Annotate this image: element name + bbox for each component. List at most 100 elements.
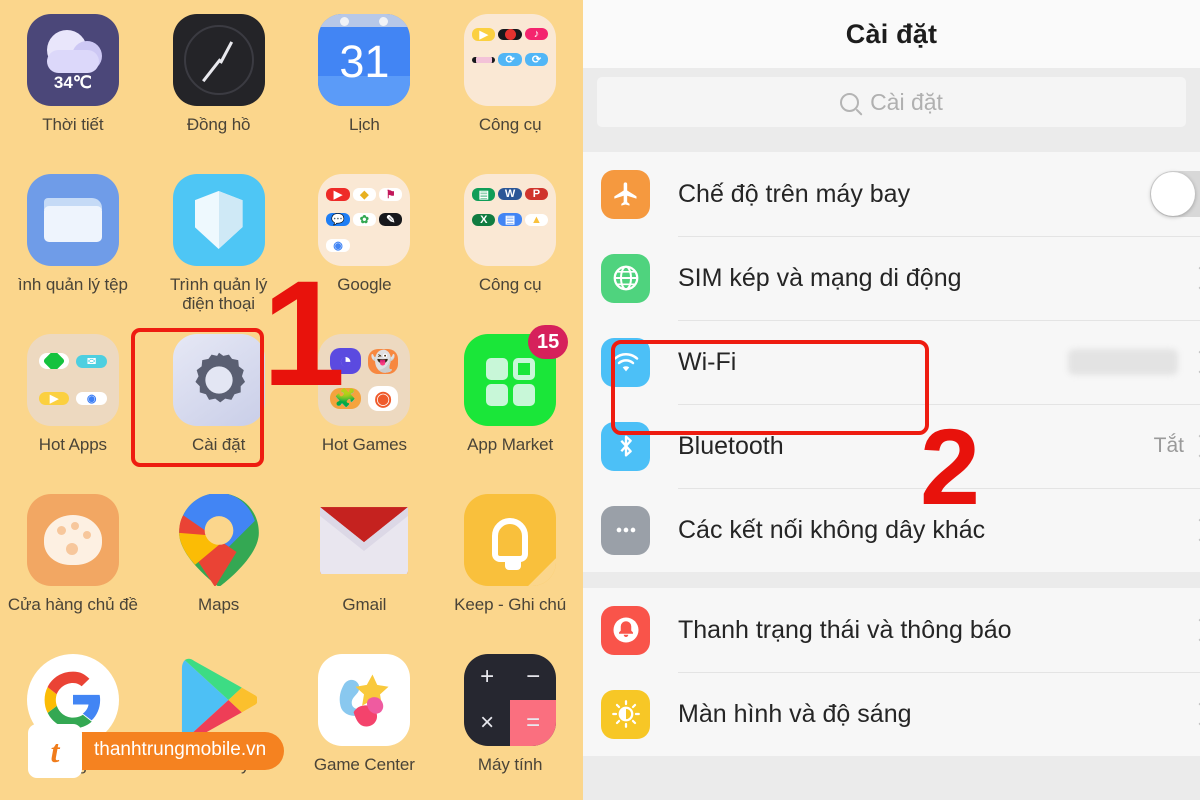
app-label: Maps <box>198 595 240 614</box>
app-icon-wrap[interactable]: + − × = <box>464 654 557 746</box>
app-icon-wrap[interactable]: ▤ W P X ▤ ▲ <box>464 174 557 266</box>
search-input[interactable]: Cài đặt <box>597 77 1186 127</box>
app-gmail[interactable]: Gmail <box>292 486 438 646</box>
app-app-market[interactable]: 15 App Market <box>437 325 583 486</box>
app-label: Công cụ <box>478 115 542 134</box>
app-label: Game Center <box>313 755 415 774</box>
app-icon-wrap[interactable]: ▶ ♪ ⟳ ⟳ <box>464 14 557 106</box>
watermark-text: thanhtrungmobile.vn <box>68 732 285 770</box>
app-file-manager[interactable]: ình quản lý tệp <box>0 166 146 326</box>
app-icon-wrap[interactable] <box>172 334 265 426</box>
notification-badge: 15 <box>528 325 569 359</box>
theme-store-icon <box>26 494 119 586</box>
keep-notes-icon <box>464 494 557 586</box>
app-keep[interactable]: Keep - Ghi chú <box>437 486 583 646</box>
app-office-folder[interactable]: ▤ W P X ▤ ▲ Công cụ <box>437 166 583 326</box>
airplane-mode-toggle[interactable] <box>1150 171 1200 217</box>
app-label: Cài đặt <box>192 435 246 454</box>
app-play-store[interactable]: CH Play <box>146 646 292 800</box>
app-icon-wrap[interactable] <box>172 14 265 106</box>
page-title: Cài đặt <box>845 18 938 49</box>
annotation-step-2: 2 <box>920 406 981 527</box>
wifi-current-network-value <box>1068 349 1178 375</box>
app-game-center[interactable]: Game Center <box>292 646 438 800</box>
search-placeholder: Cài đặt <box>870 88 943 115</box>
settings-row-sim-mobile-network[interactable]: SIM kép và mạng di động <box>583 236 1200 320</box>
app-label: App Market <box>467 435 554 454</box>
app-label: Thời tiết <box>42 115 104 134</box>
app-icon-wrap[interactable]: 15 <box>464 325 569 426</box>
brightness-icon <box>601 689 650 739</box>
app-calculator[interactable]: + − × = Máy tính <box>437 646 583 800</box>
hot-apps-folder-icon: ✉ ▶ ◉ <box>26 334 119 426</box>
app-label: Hot Apps <box>38 435 107 454</box>
app-icon-wrap[interactable] <box>172 174 265 266</box>
game-center-icon <box>318 654 411 746</box>
settings-row-label: Chế độ trên máy bay <box>678 179 911 208</box>
settings-row-display-brightness[interactable]: Màn hình và độ sáng <box>583 672 1200 756</box>
app-calendar[interactable]: 31 Lịch <box>292 6 438 166</box>
settings-row-label: Wi-Fi <box>678 347 737 376</box>
calendar-day: 31 <box>339 36 390 88</box>
settings-gear-icon <box>172 334 265 426</box>
app-label: Lịch <box>348 115 380 134</box>
globe-icon <box>601 253 650 303</box>
app-icon-wrap[interactable] <box>173 494 265 586</box>
bluetooth-state-value: Tắt <box>1153 434 1184 457</box>
airplane-icon <box>601 169 650 219</box>
gmail-icon <box>318 494 410 586</box>
settings-row-label: Thanh trạng thái và thông báo <box>678 615 1012 644</box>
calendar-icon: 31 <box>318 14 411 106</box>
settings-row-other-wireless[interactable]: Các kết nối không dây khác <box>583 488 1200 572</box>
gear-glyph <box>195 352 245 403</box>
app-label: Máy tính <box>477 755 543 774</box>
watermark: t thanhtrungmobile.vn <box>28 724 285 778</box>
game-center-glyph <box>340 674 389 727</box>
settings-row-status-bar-notifications[interactable]: Thanh trạng thái và thông báo <box>583 588 1200 672</box>
bluetooth-icon <box>601 421 650 471</box>
settings-row-wifi[interactable]: Wi-Fi <box>583 320 1200 404</box>
settings-row-bluetooth[interactable]: Bluetooth Tắt <box>583 404 1200 488</box>
maps-pin-glyph <box>178 494 259 586</box>
settings-row-label: SIM kép và mạng di động <box>678 263 962 292</box>
maps-icon <box>173 494 265 586</box>
settings-group-display: Thanh trạng thái và thông báo Màn hình v… <box>583 588 1200 756</box>
search-zone: Cài đặt <box>583 68 1200 138</box>
app-label: Công cụ <box>478 275 542 294</box>
app-icon-wrap[interactable]: 31 <box>318 14 411 106</box>
app-icon-wrap[interactable] <box>318 494 410 586</box>
settings-row-label: Bluetooth <box>678 431 784 460</box>
app-maps[interactable]: Maps <box>146 486 292 646</box>
app-hot-apps-folder[interactable]: ✉ ▶ ◉ Hot Apps <box>0 326 146 486</box>
app-icon-wrap[interactable]: ✉ ▶ ◉ <box>26 334 119 426</box>
annotation-step-1: 1 <box>262 249 345 417</box>
app-tools-folder[interactable]: ▶ ♪ ⟳ ⟳ Công cụ <box>437 6 583 166</box>
phone-manager-icon <box>172 174 265 266</box>
settings-row-airplane-mode[interactable]: Chế độ trên máy bay <box>583 152 1200 236</box>
app-label: Hot Games <box>321 435 407 454</box>
google-g-glyph <box>44 671 100 729</box>
app-icon-wrap[interactable]: 34℃ <box>26 14 119 106</box>
settings-header: Cài đặt <box>583 0 1200 68</box>
app-label: Đồng hồ <box>186 115 251 134</box>
app-label: Keep - Ghi chú <box>454 595 567 614</box>
app-icon-wrap[interactable] <box>318 654 411 746</box>
app-icon-wrap[interactable] <box>26 494 119 586</box>
weather-icon: 34℃ <box>26 14 119 106</box>
app-theme-store[interactable]: Cửa hàng chủ đề <box>0 486 146 646</box>
calculator-icon: + − × = <box>464 654 557 746</box>
home-screen-panel: 34℃ Thời tiết Đồng hồ 31 Lịch ▶ ♪ ⟳ ⟳ Cô… <box>0 0 583 800</box>
office-folder-icon: ▤ W P X ▤ ▲ <box>464 174 557 266</box>
app-label: Google <box>337 275 392 294</box>
settings-panel: Cài đặt Cài đặt Chế độ trên máy bay SIM … <box>583 0 1200 800</box>
app-icon-wrap[interactable] <box>26 174 119 266</box>
file-manager-icon <box>26 174 119 266</box>
search-icon <box>840 92 860 112</box>
watermark-logo-letter: t <box>50 733 60 769</box>
bell-icon <box>601 605 650 655</box>
app-weather[interactable]: 34℃ Thời tiết <box>0 6 146 166</box>
app-clock[interactable]: Đồng hồ <box>146 6 292 166</box>
app-label: ình quản lý tệp <box>17 275 128 294</box>
clock-icon <box>172 14 265 106</box>
app-icon-wrap[interactable] <box>464 494 557 586</box>
